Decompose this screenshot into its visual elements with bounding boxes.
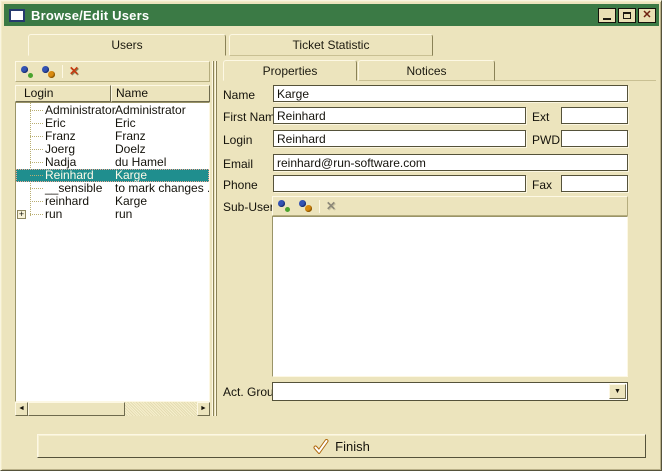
toolbar-separator (62, 65, 63, 78)
email-input[interactable] (273, 154, 628, 171)
phone-label: Phone (223, 178, 258, 192)
tree-connector (30, 162, 43, 163)
tab-notices[interactable]: Notices (358, 60, 495, 81)
pwd-input[interactable] (561, 130, 628, 147)
tab-ticket-statistic[interactable]: Ticket Statistic (229, 34, 433, 56)
finish-button[interactable]: Finish (37, 434, 646, 458)
window-icon (9, 9, 25, 22)
finish-button-label: Finish (335, 439, 370, 454)
ext-label: Ext (532, 110, 549, 124)
delete-sub-user-icon[interactable]: ✕ (326, 200, 336, 213)
tree-connector (30, 136, 43, 137)
sub-users-list[interactable] (272, 216, 628, 377)
tab-properties[interactable]: Properties (223, 60, 357, 81)
pane-splitter[interactable] (212, 61, 219, 416)
phone-input[interactable] (273, 175, 526, 192)
ext-input[interactable] (561, 107, 628, 124)
user-name-cell: run (115, 208, 132, 221)
tree-connector (30, 123, 43, 124)
add-sub-user-icon[interactable] (277, 199, 292, 213)
pwd-label: PWD (532, 133, 560, 147)
scroll-right-button[interactable]: ► (197, 402, 210, 416)
email-label: Email (223, 157, 253, 171)
maximize-button[interactable] (618, 8, 636, 23)
user-tree-list[interactable]: + Administrator Administrator + Eric Eri… (15, 102, 210, 402)
edit-sub-user-icon[interactable] (298, 199, 313, 213)
tree-connector (30, 188, 43, 189)
act-group-combobox[interactable]: ▼ (272, 382, 628, 401)
column-header-name[interactable]: Name (111, 85, 210, 102)
maximize-icon (623, 12, 631, 19)
scroll-left-button[interactable]: ◄ (15, 402, 28, 416)
user-list-toolbar: ✕ (15, 61, 210, 82)
edit-user-icon[interactable] (41, 65, 56, 79)
login-label: Login (223, 133, 252, 147)
sub-users-toolbar: ✕ (272, 196, 628, 216)
tree-connector (30, 175, 43, 176)
expander-icon[interactable]: + (17, 210, 26, 219)
add-user-icon[interactable] (20, 65, 35, 79)
horizontal-scrollbar[interactable]: ◄ ► (15, 402, 210, 416)
table-row[interactable]: + run run (16, 208, 209, 221)
first-name-input[interactable] (273, 107, 526, 124)
name-input[interactable] (273, 85, 628, 102)
fax-label: Fax (532, 178, 552, 192)
window-title: Browse/Edit Users (31, 8, 149, 23)
tree-connector (30, 149, 43, 150)
user-login-cell: run (45, 208, 62, 221)
minimize-button[interactable] (598, 8, 616, 23)
minimize-icon (603, 18, 611, 20)
tabstrip-line (495, 80, 656, 81)
tree-connector (30, 214, 43, 215)
chevron-down-icon[interactable]: ▼ (609, 384, 626, 399)
name-label: Name (223, 88, 255, 102)
window-controls: ✕ (598, 8, 656, 23)
tree-connector (30, 110, 43, 111)
login-input[interactable] (273, 130, 526, 147)
column-header-login[interactable]: Login (15, 85, 111, 102)
fax-input[interactable] (561, 175, 628, 192)
checkmark-icon (313, 439, 329, 454)
delete-user-icon[interactable]: ✕ (69, 65, 79, 78)
titlebar: Browse/Edit Users ✕ (4, 4, 659, 26)
browse-edit-users-window: Browse/Edit Users ✕ Users Ticket Statist… (0, 0, 662, 471)
toolbar-separator (319, 200, 320, 213)
tree-connector (30, 201, 43, 202)
close-button[interactable]: ✕ (638, 8, 656, 23)
close-icon: ✕ (642, 10, 651, 21)
tab-users[interactable]: Users (28, 34, 226, 56)
scrollbar-thumb[interactable] (28, 402, 125, 416)
